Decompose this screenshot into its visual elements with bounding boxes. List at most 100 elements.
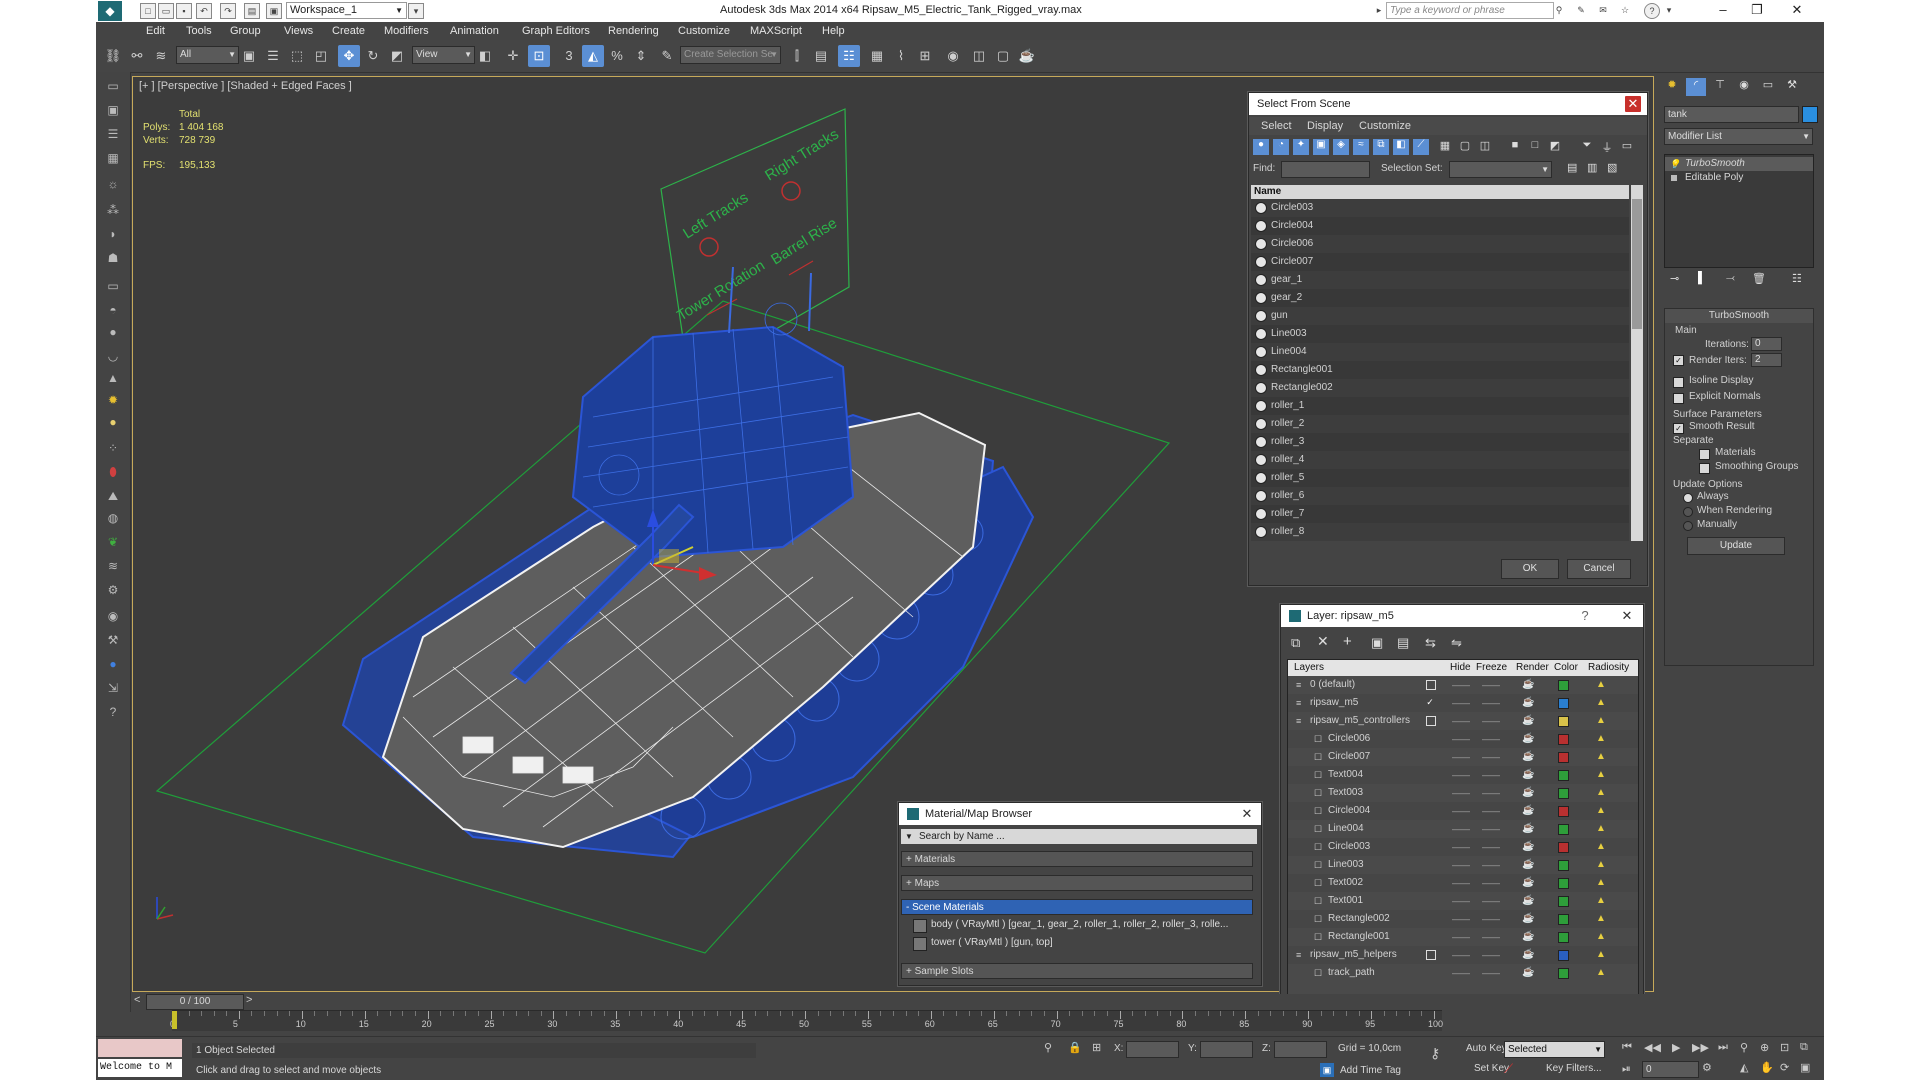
current-layer-icon[interactable] bbox=[1426, 680, 1436, 690]
communication-icon[interactable]: ✉ bbox=[1596, 3, 1610, 17]
reference-coord-dropdown[interactable]: View ▼ bbox=[412, 46, 475, 64]
object-node-icon[interactable]: ☐ bbox=[1314, 964, 1322, 982]
hide-dots-icon[interactable]: —— bbox=[1452, 712, 1470, 730]
hide-dots-icon[interactable]: —— bbox=[1452, 802, 1470, 820]
render-teapot-icon[interactable]: ☕ bbox=[1522, 784, 1534, 802]
render-iters-spinner[interactable]: 2 bbox=[1751, 353, 1782, 367]
hide-dots-icon[interactable]: —— bbox=[1452, 748, 1470, 766]
add-to-layer-icon[interactable]: + bbox=[1343, 633, 1352, 650]
object-node-icon[interactable]: ☐ bbox=[1314, 802, 1322, 820]
render-teapot-icon[interactable]: ☕ bbox=[1522, 892, 1534, 910]
track-bar[interactable]: 0510152025303540455055606570758085909510… bbox=[170, 1010, 1443, 1031]
layer-row[interactable]: ☐ Text003 —— —— ☕ ▲ bbox=[1288, 784, 1638, 802]
select-from-scene-close-button[interactable]: ✕ bbox=[1625, 96, 1641, 112]
fov-icon[interactable]: ◭ bbox=[1740, 1061, 1748, 1074]
previous-frame-icon[interactable]: ◀◀ bbox=[1644, 1041, 1661, 1054]
render-teapot-icon[interactable]: ☕ bbox=[1522, 802, 1534, 820]
sfs-case-sensitive-icon[interactable]: ▥ bbox=[1587, 161, 1597, 174]
material-browser-title[interactable]: Material/Map Browser bbox=[899, 803, 1261, 825]
freeze-dots-icon[interactable]: —— bbox=[1482, 856, 1500, 874]
select-manipulate-icon[interactable]: ✛ bbox=[502, 45, 524, 67]
minimize-button[interactable]: – bbox=[1708, 2, 1738, 18]
radiosity-icon[interactable]: ▲ bbox=[1596, 676, 1606, 694]
select-invert-icon[interactable]: ◩ bbox=[1547, 139, 1563, 155]
render-teapot-icon[interactable]: ☕ bbox=[1522, 712, 1534, 730]
render-teapot-icon[interactable]: ☕ bbox=[1522, 820, 1534, 838]
object-node-icon[interactable]: ☐ bbox=[1314, 856, 1322, 874]
set-key-icon[interactable]: ⟋ bbox=[1504, 1061, 1513, 1077]
render-teapot-icon[interactable]: ☕ bbox=[1522, 748, 1534, 766]
display-none-icon[interactable]: ▢ bbox=[1457, 139, 1473, 155]
col-radiosity[interactable]: Radiosity bbox=[1588, 660, 1629, 676]
selection-set-dropdown[interactable]: ▼ bbox=[1449, 161, 1552, 178]
time-prev-arrow-icon[interactable]: < bbox=[134, 994, 140, 1006]
freeze-dots-icon[interactable]: —— bbox=[1482, 802, 1500, 820]
explicit-normals-checkbox[interactable] bbox=[1673, 393, 1684, 404]
layer-row[interactable]: ☐ Text004 —— —— ☕ ▲ bbox=[1288, 766, 1638, 784]
layer-node-icon[interactable]: ≡ bbox=[1296, 946, 1301, 964]
scene-object-row[interactable]: roller_5 bbox=[1251, 469, 1629, 487]
zoom-extents-icon[interactable]: ⊡ bbox=[1780, 1041, 1789, 1054]
hide-dots-icon[interactable]: —— bbox=[1452, 838, 1470, 856]
blue-sphere-icon[interactable]: ● bbox=[102, 654, 124, 674]
render-teapot-icon[interactable]: ☕ bbox=[1522, 946, 1534, 964]
bind-space-warp-icon[interactable]: ≋ bbox=[150, 45, 172, 67]
maximize-button[interactable]: ❐ bbox=[1742, 2, 1772, 18]
group-maps[interactable]: + Maps bbox=[901, 875, 1253, 891]
light-sphere-icon[interactable]: ● bbox=[102, 412, 124, 432]
scene-object-row[interactable]: Rectangle002 bbox=[1251, 379, 1629, 397]
scene-object-row[interactable]: gear_2 bbox=[1251, 289, 1629, 307]
close-button[interactable]: ✕ bbox=[1782, 2, 1812, 18]
stack-bulb-icon[interactable]: 💡 bbox=[1669, 157, 1680, 171]
select-in-layer-icon[interactable]: ▣ bbox=[1371, 635, 1383, 651]
select-scale-icon[interactable]: ◩ bbox=[386, 45, 408, 67]
light-bulb-icon[interactable]: ☼ bbox=[102, 174, 124, 194]
scene-object-row[interactable]: roller_8 bbox=[1251, 523, 1629, 541]
render-production-icon[interactable]: ☕ bbox=[1016, 45, 1038, 67]
object-color-swatch[interactable] bbox=[1802, 106, 1818, 123]
render-teapot-icon[interactable]: ☕ bbox=[1522, 910, 1534, 928]
hierarchy-tab-icon[interactable]: ⊤ bbox=[1710, 78, 1730, 96]
next-frame-icon[interactable]: ▶▶ bbox=[1692, 1041, 1709, 1054]
zoom-all-icon[interactable]: ⊕ bbox=[1760, 1041, 1769, 1054]
layer-row[interactable]: ☐ Circle006 —— —— ☕ ▲ bbox=[1288, 730, 1638, 748]
helpers-filter-icon[interactable]: ◈ bbox=[1333, 139, 1349, 155]
make-unique-icon[interactable]: ⤙ bbox=[1726, 272, 1735, 285]
graphite-toggle-icon[interactable]: ▦ bbox=[866, 45, 888, 67]
new-file-icon[interactable]: □ bbox=[140, 3, 156, 19]
sfs-select-dependents-icon[interactable]: ▧ bbox=[1607, 161, 1617, 174]
menu-maxscript[interactable]: MAXScript bbox=[750, 25, 802, 37]
radiosity-icon[interactable]: ▲ bbox=[1596, 694, 1606, 712]
object-node-icon[interactable]: ☐ bbox=[1314, 874, 1322, 892]
gear-icon[interactable]: ⚙ bbox=[102, 580, 124, 600]
layer-row[interactable]: ☐ Circle007 —— —— ☕ ▲ bbox=[1288, 748, 1638, 766]
layer-color-swatch[interactable] bbox=[1558, 698, 1569, 709]
current-layer-icon[interactable]: ✓ bbox=[1426, 698, 1434, 707]
layer-color-swatch[interactable] bbox=[1558, 842, 1569, 853]
freeze-dots-icon[interactable]: —— bbox=[1482, 964, 1500, 982]
sfs-menu-customize[interactable]: Customize bbox=[1359, 120, 1411, 132]
remove-modifier-icon[interactable]: 🗑 bbox=[1752, 272, 1766, 285]
radiosity-icon[interactable]: ▲ bbox=[1596, 730, 1606, 748]
layer-color-swatch[interactable] bbox=[1558, 950, 1569, 961]
mirror-icon[interactable]: ⫿ bbox=[786, 45, 808, 67]
render-teapot-icon[interactable]: ☕ bbox=[1522, 766, 1534, 784]
object-node-icon[interactable]: ☐ bbox=[1314, 892, 1322, 910]
modifier-list-dropdown[interactable]: Modifier List ▼ bbox=[1664, 128, 1813, 145]
layer-row[interactable]: ☐ Line004 —— —— ☕ ▲ bbox=[1288, 820, 1638, 838]
group-materials[interactable]: + Materials bbox=[901, 851, 1253, 867]
sphere-primitive-icon[interactable]: ● bbox=[102, 322, 124, 342]
scene-object-row[interactable]: roller_7 bbox=[1251, 505, 1629, 523]
hide-dots-icon[interactable]: —— bbox=[1452, 964, 1470, 982]
y-coord-field[interactable] bbox=[1200, 1041, 1253, 1058]
utilities-tab-icon[interactable]: ⚒ bbox=[1782, 78, 1802, 96]
freeze-dots-icon[interactable]: —— bbox=[1482, 946, 1500, 964]
configure-sets-icon[interactable]: ☷ bbox=[1792, 272, 1802, 285]
hide-dots-icon[interactable]: —— bbox=[1452, 910, 1470, 928]
app-logo-icon[interactable]: ◆ bbox=[98, 1, 122, 21]
sfs-menu-select[interactable]: Select bbox=[1261, 120, 1292, 132]
menu-modifiers[interactable]: Modifiers bbox=[384, 25, 429, 37]
search-input[interactable]: Type a keyword or phrase bbox=[1386, 2, 1554, 19]
time-cursor[interactable] bbox=[172, 1011, 177, 1029]
scene-object-row[interactable]: gear_1 bbox=[1251, 271, 1629, 289]
